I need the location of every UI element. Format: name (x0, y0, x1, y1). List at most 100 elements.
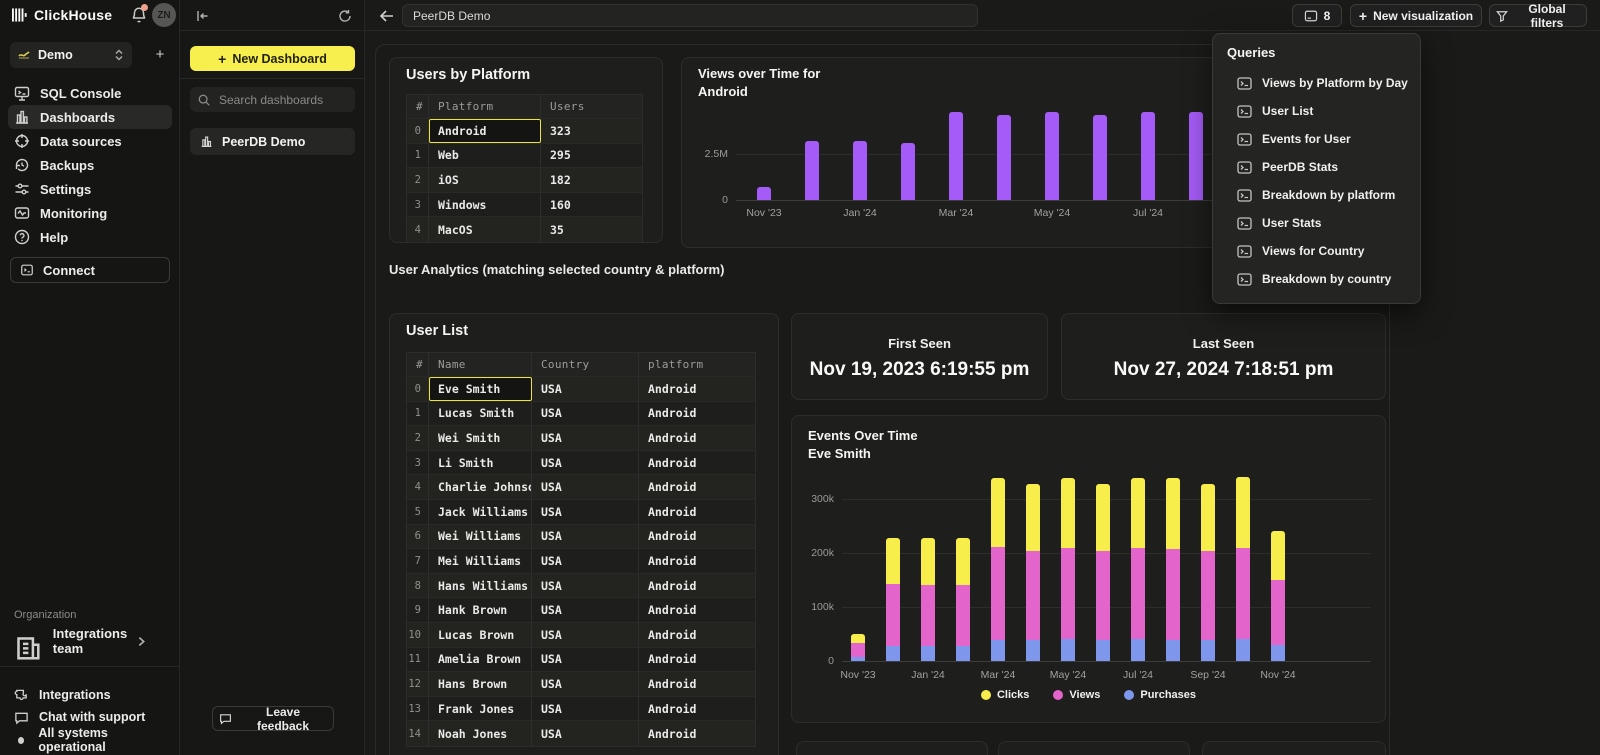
column-header[interactable]: # (407, 95, 429, 118)
row-index-cell[interactable]: 0 (407, 377, 429, 401)
sidebar-item-sql-console[interactable]: SQL Console (8, 81, 172, 105)
row-index-cell[interactable]: 5 (407, 500, 429, 524)
refresh-icon[interactable] (338, 9, 352, 23)
table-cell[interactable]: Android (639, 402, 755, 426)
query-menu-item[interactable]: User List (1227, 97, 1420, 125)
row-index-cell[interactable]: 9 (407, 598, 429, 622)
table-cell[interactable]: USA (532, 451, 639, 475)
table-cell[interactable]: Android (639, 648, 755, 672)
table-cell[interactable]: MacOS (429, 217, 541, 242)
table-cell[interactable]: 160 (541, 193, 642, 217)
sidebar-item-dashboards[interactable]: Dashboards (8, 105, 172, 129)
table-cell[interactable]: 182 (541, 168, 642, 192)
table-cell[interactable]: USA (532, 475, 639, 499)
query-menu-item[interactable]: Views for Country (1227, 237, 1420, 265)
sidebar-item-chat-support[interactable]: Chat with support (8, 707, 172, 727)
new-visualization-button[interactable]: + New visualization (1350, 4, 1482, 27)
column-header[interactable]: Platform (429, 95, 541, 118)
table-cell[interactable]: Frank Jones (429, 697, 532, 721)
back-button[interactable] (378, 7, 396, 25)
row-index-cell[interactable]: 0 (407, 119, 429, 143)
sidebar-item-settings[interactable]: Settings (8, 177, 172, 201)
row-index-cell[interactable]: 10 (407, 623, 429, 647)
table-cell[interactable]: Mei Williams (429, 549, 532, 573)
table-cell[interactable]: Charlie Johnson (429, 475, 532, 499)
row-index-cell[interactable]: 2 (407, 426, 429, 450)
table-cell[interactable]: Android (639, 426, 755, 450)
row-index-cell[interactable]: 6 (407, 525, 429, 549)
table-cell[interactable]: Android (639, 574, 755, 598)
table-cell[interactable]: USA (532, 426, 639, 450)
table-cell[interactable]: Android (639, 475, 755, 499)
table-cell[interactable]: Hank Brown (429, 598, 532, 622)
workspace-selector[interactable]: Demo (10, 42, 132, 68)
row-index-cell[interactable]: 2 (407, 168, 429, 192)
table-cell[interactable]: Android (639, 500, 755, 524)
table-cell[interactable]: USA (532, 697, 639, 721)
row-index-cell[interactable]: 1 (407, 144, 429, 168)
organization-team-selector[interactable]: Integrations team (8, 630, 172, 652)
row-index-cell[interactable]: 3 (407, 193, 429, 217)
column-header[interactable]: # (407, 353, 429, 376)
table-cell[interactable]: Li Smith (429, 451, 532, 475)
global-filters-button[interactable]: Global filters (1489, 4, 1587, 27)
table-cell[interactable]: Android (639, 451, 755, 475)
queries-count-button[interactable]: 8 (1292, 4, 1342, 27)
table-cell[interactable]: Web (429, 144, 541, 168)
search-input[interactable] (217, 92, 337, 108)
table-cell[interactable]: Eve Smith (429, 377, 532, 401)
dashboard-list-item[interactable]: PeerDB Demo (190, 128, 355, 155)
table-cell[interactable]: USA (532, 672, 639, 696)
row-index-cell[interactable]: 13 (407, 697, 429, 721)
legend-item-purchases[interactable]: Purchases (1124, 689, 1196, 701)
row-index-cell[interactable]: 14 (407, 721, 429, 746)
add-workspace-button[interactable]: + (148, 44, 172, 66)
table-cell[interactable]: Android (639, 377, 755, 401)
system-status-indicator[interactable]: All systems operational (8, 730, 172, 750)
brand-logo[interactable]: ClickHouse (12, 7, 112, 23)
column-header[interactable]: Name (429, 353, 532, 376)
table-cell[interactable]: Jack Williams (429, 500, 532, 524)
table-cell[interactable]: Lucas Smith (429, 402, 532, 426)
query-menu-item[interactable]: User Stats (1227, 209, 1420, 237)
table-cell[interactable]: USA (532, 500, 639, 524)
table-cell[interactable]: Hans Williams (429, 574, 532, 598)
table-cell[interactable]: Android (639, 525, 755, 549)
query-menu-item[interactable]: Views by Platform by Day (1227, 69, 1420, 97)
row-index-cell[interactable]: 4 (407, 217, 429, 242)
query-menu-item[interactable]: PeerDB Stats (1227, 153, 1420, 181)
table-cell[interactable]: USA (532, 377, 639, 401)
table-cell[interactable]: Android (639, 672, 755, 696)
row-index-cell[interactable]: 3 (407, 451, 429, 475)
table-cell[interactable]: Android (639, 549, 755, 573)
table-cell[interactable]: 323 (541, 119, 642, 143)
row-index-cell[interactable]: 4 (407, 475, 429, 499)
sidebar-item-integrations[interactable]: Integrations (8, 685, 172, 705)
query-menu-item[interactable]: Breakdown by country (1227, 265, 1420, 293)
sidebar-item-data-sources[interactable]: Data sources (8, 129, 172, 153)
table-cell[interactable]: Noah Jones (429, 721, 532, 746)
legend-item-views[interactable]: Views (1053, 689, 1100, 701)
table-cell[interactable]: Windows (429, 193, 541, 217)
table-cell[interactable]: Lucas Brown (429, 623, 532, 647)
table-cell[interactable]: Android (639, 623, 755, 647)
table-cell[interactable]: 295 (541, 144, 642, 168)
leave-feedback-button[interactable]: Leave feedback (212, 706, 334, 731)
row-index-cell[interactable]: 8 (407, 574, 429, 598)
row-index-cell[interactable]: 11 (407, 648, 429, 672)
sidebar-item-backups[interactable]: Backups (8, 153, 172, 177)
table-cell[interactable]: Hans Brown (429, 672, 532, 696)
query-menu-item[interactable]: Breakdown by platform (1227, 181, 1420, 209)
column-header[interactable]: Users (541, 95, 642, 118)
sidebar-item-help[interactable]: Help (8, 225, 172, 249)
new-dashboard-button[interactable]: + New Dashboard (190, 46, 355, 71)
table-cell[interactable]: USA (532, 402, 639, 426)
table-cell[interactable]: USA (532, 648, 639, 672)
table-cell[interactable]: USA (532, 549, 639, 573)
dashboard-title-input[interactable] (402, 4, 978, 27)
table-cell[interactable]: USA (532, 623, 639, 647)
user-avatar[interactable]: ZN (152, 3, 176, 27)
legend-item-clicks[interactable]: Clicks (981, 689, 1029, 701)
table-cell[interactable]: Wei Williams (429, 525, 532, 549)
collapse-panel-icon[interactable] (196, 9, 210, 23)
